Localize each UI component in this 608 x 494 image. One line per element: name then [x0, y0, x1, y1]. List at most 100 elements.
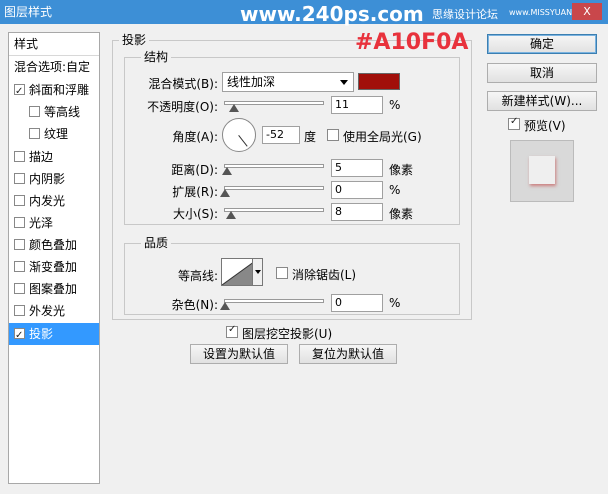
blend-mode-label: 混合模式(B):: [148, 77, 218, 91]
style-list-header[interactable]: 样式: [9, 33, 99, 55]
gradient-overlay-checkbox[interactable]: [14, 261, 25, 272]
make-default-button[interactable]: 设置为默认值: [190, 344, 288, 364]
style-item-stroke[interactable]: 描边: [9, 146, 99, 168]
spread-input[interactable]: 0: [331, 181, 383, 199]
opacity-slider-thumb[interactable]: [229, 104, 239, 112]
contour-checkbox[interactable]: [29, 106, 40, 117]
pattern-overlay-checkbox[interactable]: [14, 283, 25, 294]
style-item-label: 图案叠加: [29, 282, 78, 296]
style-item-label: 光泽: [29, 216, 54, 230]
quality-title: 品质: [141, 234, 172, 251]
style-item-label: 外发光: [29, 304, 66, 318]
style-item-label: 颜色叠加: [29, 238, 78, 252]
knockout-checkbox[interactable]: [226, 324, 238, 338]
style-item-texture[interactable]: 纹理: [9, 123, 99, 145]
style-item-label: 内阴影: [29, 172, 66, 186]
style-item-bevel-emboss[interactable]: 斜面和浮雕: [9, 79, 99, 103]
style-item-label: 等高线: [44, 105, 81, 119]
spread-slider[interactable]: [224, 186, 324, 190]
spread-unit: %: [389, 183, 401, 197]
distance-label: 距离(D):: [171, 163, 218, 177]
watermark-text: www.240ps.com: [240, 2, 424, 26]
spread-label: 扩展(R):: [172, 185, 218, 199]
title-bar: 图层样式 www.240ps.com 思缘设计论坛 www.MISSYUAN.C…: [0, 0, 608, 26]
style-preview-thumbnail: [510, 140, 574, 202]
style-item-label: 内发光: [29, 194, 66, 208]
ok-button[interactable]: 确定: [487, 34, 597, 54]
style-item-label: 斜面和浮雕: [29, 83, 90, 97]
opacity-unit: %: [389, 98, 401, 112]
bevel-emboss-checkbox[interactable]: [14, 81, 25, 103]
drop-shadow-title: 投影: [119, 31, 150, 48]
cancel-button[interactable]: 取消: [487, 63, 597, 83]
opacity-slider[interactable]: [224, 101, 324, 105]
satin-checkbox[interactable]: [14, 217, 25, 228]
close-button[interactable]: X: [572, 3, 602, 20]
reset-default-button[interactable]: 复位为默认值: [299, 344, 397, 364]
style-item-drop-shadow[interactable]: 投影: [9, 323, 99, 347]
noise-input[interactable]: 0: [331, 294, 383, 312]
style-item-gradient-overlay[interactable]: 渐变叠加: [9, 256, 99, 278]
contour-label: 等高线:: [177, 269, 218, 283]
distance-slider[interactable]: [224, 164, 324, 168]
style-item-inner-glow[interactable]: 内发光: [9, 190, 99, 212]
inner-glow-checkbox[interactable]: [14, 195, 25, 206]
style-item-contour[interactable]: 等高线: [9, 101, 99, 123]
anti-alias-label: 消除锯齿(L): [292, 268, 357, 282]
contour-dropdown[interactable]: [252, 258, 263, 286]
style-list: 样式 混合选项:自定 斜面和浮雕 等高线 纹理 描边 内阴影 内发光 光泽 颜色…: [8, 32, 100, 484]
style-item-outer-glow[interactable]: 外发光: [9, 300, 99, 322]
color-overlay-checkbox[interactable]: [14, 239, 25, 250]
annotation-color-code: #A10F0A: [355, 30, 469, 55]
style-item-label: 描边: [29, 150, 54, 164]
size-slider[interactable]: [224, 208, 324, 212]
size-slider-thumb[interactable]: [226, 211, 236, 219]
chevron-down-icon: [340, 80, 348, 85]
blend-mode-value: 线性加深: [227, 75, 276, 89]
opacity-input[interactable]: 11: [331, 96, 383, 114]
outer-glow-checkbox[interactable]: [14, 305, 25, 316]
texture-checkbox[interactable]: [29, 128, 40, 139]
blend-mode-select[interactable]: 线性加深: [222, 72, 354, 92]
angle-label: 角度(A):: [172, 130, 218, 144]
knockout-label: 图层挖空投影(U): [242, 327, 333, 341]
preview-shape: [529, 156, 555, 184]
distance-unit: 像素: [389, 163, 414, 177]
inner-shadow-checkbox[interactable]: [14, 173, 25, 184]
size-input[interactable]: 8: [331, 203, 383, 221]
style-item-label: 投影: [29, 327, 54, 341]
noise-unit: %: [389, 296, 401, 310]
distance-slider-thumb[interactable]: [222, 167, 232, 175]
distance-input[interactable]: 5: [331, 159, 383, 177]
stroke-checkbox[interactable]: [14, 151, 25, 162]
style-item-satin[interactable]: 光泽: [9, 212, 99, 234]
style-item-pattern-overlay[interactable]: 图案叠加: [9, 278, 99, 300]
opacity-label: 不透明度(O):: [147, 100, 218, 114]
site-name-cn: 思缘设计论坛: [432, 8, 498, 21]
preview-checkbox[interactable]: [508, 116, 520, 130]
blend-options-item[interactable]: 混合选项:自定: [9, 55, 99, 77]
angle-dial[interactable]: [222, 118, 256, 152]
structure-title: 结构: [141, 48, 172, 65]
noise-slider[interactable]: [224, 299, 324, 303]
angle-needle: [238, 135, 248, 147]
anti-alias-checkbox[interactable]: [276, 267, 288, 279]
noise-slider-thumb[interactable]: [220, 302, 230, 310]
noise-label: 杂色(N):: [171, 298, 218, 312]
style-item-label: 纹理: [44, 127, 69, 141]
drop-shadow-checkbox[interactable]: [14, 325, 25, 347]
angle-input[interactable]: -52: [262, 126, 300, 144]
spread-slider-thumb[interactable]: [220, 189, 230, 197]
angle-unit: 度: [304, 130, 317, 144]
window-title: 图层样式: [4, 5, 53, 19]
preview-label: 预览(V): [524, 119, 566, 133]
style-item-color-overlay[interactable]: 颜色叠加: [9, 234, 99, 256]
style-item-inner-shadow[interactable]: 内阴影: [9, 168, 99, 190]
new-style-button[interactable]: 新建样式(W)...: [487, 91, 597, 111]
global-light-checkbox[interactable]: [327, 129, 339, 141]
shadow-color-swatch[interactable]: [358, 73, 400, 90]
global-light-label: 使用全局光(G): [343, 130, 422, 144]
size-unit: 像素: [389, 207, 414, 221]
style-item-label: 渐变叠加: [29, 260, 78, 274]
size-label: 大小(S):: [172, 207, 218, 221]
